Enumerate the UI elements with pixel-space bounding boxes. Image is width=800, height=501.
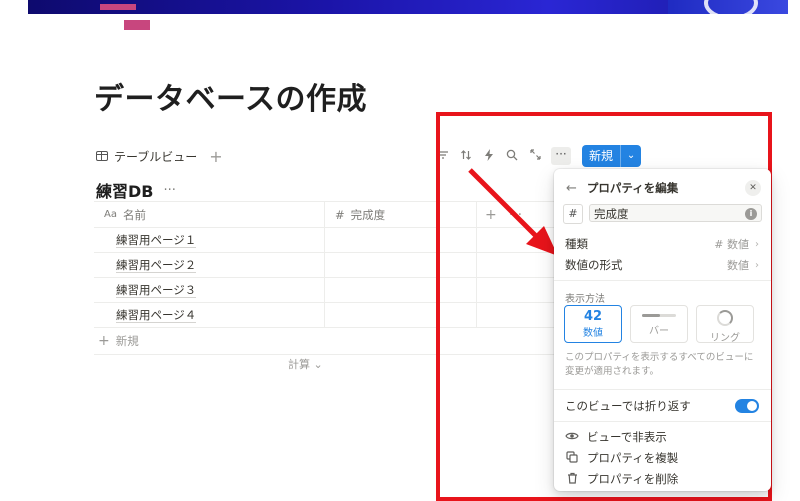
edit-property-panel: ← プロパティを編集 ✕ # 完成度 i 種類 # 数値 › 数値の形式 数値 … [554,169,771,491]
text-type-icon: Aa [104,209,117,220]
duplicate-property-action[interactable]: プロパティを複製 [565,450,678,466]
column-label: 完成度 [350,207,386,222]
panel-title: プロパティを編集 [586,181,679,195]
number-type-icon: # [335,207,345,222]
page-icon-bar [100,4,136,10]
database-menu-icon[interactable]: ··· [163,183,175,198]
hide-in-view-action[interactable]: ビューで非表示 [565,429,667,445]
action-label: プロパティを複製 [587,451,679,465]
display-section-label: 表示方法 [565,294,605,305]
display-option-ring[interactable]: リング [696,305,754,344]
panel-header: ← プロパティを編集 ✕ [566,179,761,197]
column-label: 名前 [122,207,146,222]
table-icon [96,151,108,161]
divider [554,280,771,281]
apply-note: このプロパティを表示するすべてのビューに変更が適用されます。 [565,352,754,377]
action-label: プロパティを削除 [587,472,679,486]
column-header-name[interactable]: Aa 名前 [94,207,324,223]
eye-icon [565,431,579,444]
row-title[interactable]: 練習用ページ２ [116,258,197,273]
calculate-button[interactable]: 計算 ⌄ [288,356,323,372]
property-type-icon-button[interactable]: # [563,204,583,224]
type-value: # 数値 [714,238,749,251]
cover-logo [704,0,758,20]
close-icon[interactable]: ✕ [745,180,761,196]
plus-icon: + [98,333,110,349]
chevron-right-icon: › [755,259,759,271]
number-preview: 42 [583,309,603,324]
page-title[interactable]: データベースの作成 [94,74,367,118]
delete-property-action[interactable]: プロパティを削除 [565,471,678,487]
bar-preview-icon [642,314,676,317]
property-type-row[interactable]: 種類 # 数値 › [565,236,759,252]
new-row-label: 新規 [115,334,139,348]
row-title[interactable]: 練習用ページ１ [116,233,197,248]
duplicate-icon [565,450,579,466]
property-name-input[interactable]: 完成度 i [589,204,762,222]
database-title[interactable]: 練習DB [96,178,153,202]
property-name-value: 完成度 [594,207,629,221]
info-icon[interactable]: i [745,208,757,220]
wrap-label: このビューでは折り返す [565,399,691,413]
action-label: ビューで非表示 [587,430,667,444]
page-icon-bar [124,20,150,30]
row-title[interactable]: 練習用ページ４ [116,308,197,323]
wrap-toggle-row[interactable]: このビューでは折り返す [565,397,759,415]
wrap-toggle[interactable] [735,399,759,413]
display-options: 42 数値 バー リング [564,305,754,344]
back-arrow-icon[interactable]: ← [566,181,577,196]
add-view-button[interactable]: + [209,147,222,166]
tab-table-view[interactable]: テーブルビュー [114,148,197,165]
type-label: 種類 [565,237,588,251]
row-title[interactable]: 練習用ページ３ [116,283,197,298]
display-option-number[interactable]: 42 数値 [564,305,622,343]
database-title-row: 練習DB ··· [96,178,176,202]
option-label: 数値 [583,328,603,339]
divider [554,421,771,422]
page-icon[interactable] [100,0,150,34]
option-label: リング [710,333,740,344]
view-tabs: テーブルビュー + [96,146,223,166]
format-label: 数値の形式 [565,258,623,272]
ring-preview-icon [717,310,733,326]
option-label: バー [649,326,669,337]
property-name-row: # 完成度 i [563,204,762,224]
display-option-bar[interactable]: バー [630,305,688,343]
format-value: 数値 [727,259,749,272]
number-format-row[interactable]: 数値の形式 数値 › [565,257,759,273]
chevron-right-icon: › [755,238,759,250]
divider [554,389,771,390]
trash-icon [565,472,579,487]
